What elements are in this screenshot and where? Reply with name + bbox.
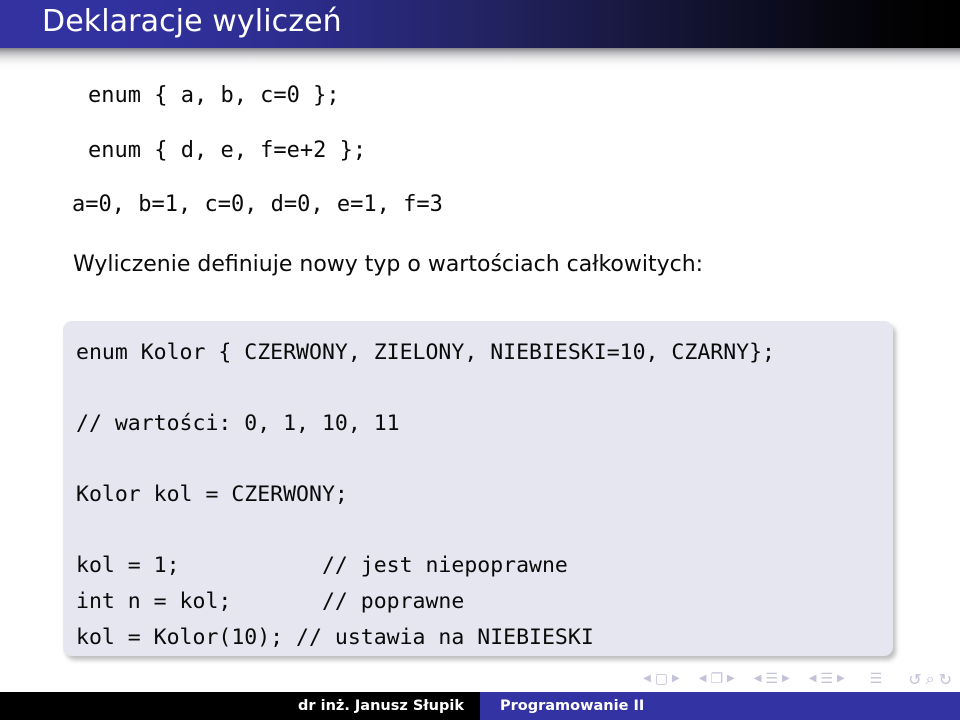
next-subsection-icon[interactable]: ▶ [724,674,738,684]
footer-author-label: dr inż. Janusz Słupik [298,698,464,714]
code-line: enum Kolor { CZERWONY, ZIELONY, NIEBIESK… [76,340,775,365]
title-bar-shadow [0,48,960,70]
code-line: Kolor kol = CZERWONY; [76,482,348,507]
subsection-navigation-group: ◀ ❐ ▶ [696,672,738,686]
document-navigation-group: ◀ ☰ ▶ [806,672,848,686]
next-frame-icon[interactable]: ▶ [669,674,683,684]
forward-icon[interactable]: ↻ [939,670,952,689]
frame-icon[interactable]: ▢ [654,672,669,686]
code-line: int n = kol; // poprawne [76,589,465,614]
next-section-icon[interactable]: ▶ [779,674,793,684]
back-icon[interactable]: ↺ [908,670,921,689]
footer-author-section: dr inż. Janusz Słupik [0,692,480,720]
footer-course-section: Programowanie II [480,692,960,720]
section-navigation-group: ◀ ☰ ▶ [751,672,793,686]
code-line: kol = 1; // jest niepoprawne [76,553,568,578]
frame-navigation-group: ◀ ▢ ▶ [640,672,683,686]
explanatory-text: Wyliczenie definiuje nowy typ o wartości… [73,252,704,277]
code-line: // wartości: 0, 1, 10, 11 [76,411,400,436]
beamer-navigation-bar: ◀ ▢ ▶ ◀ ❐ ▶ ◀ ☰ ▶ ◀ ☰ ▶ ☰ ↺ ⌕ ↻ [0,666,960,692]
previous-document-icon[interactable]: ◀ [806,674,820,684]
table-of-contents-icon[interactable]: ☰ [870,671,883,687]
code-line: kol = Kolor(10); // ustawia na NIEBIESKI [76,625,594,650]
history-navigation-group: ↺ ⌕ ↻ [908,669,952,689]
enum-values-line: a=0, b=1, c=0, d=0, e=1, f=3 [72,192,443,217]
previous-frame-icon[interactable]: ◀ [640,674,654,684]
previous-subsection-icon[interactable]: ◀ [696,674,710,684]
search-icon[interactable]: ⌕ [926,669,935,689]
slide-title-bar: Deklaracje wyliczeń [0,0,960,48]
enum-declaration-line-2: enum { d, e, f=e+2 }; [88,138,367,163]
slide-content: enum { a, b, c=0 }; enum { d, e, f=e+2 }… [0,70,960,660]
page-title: Deklaracje wyliczeń [42,4,342,39]
code-example-block: enum Kolor { CZERWONY, ZIELONY, NIEBIESK… [63,321,893,656]
document-icon[interactable]: ☰ [819,672,834,686]
section-icon[interactable]: ☰ [764,672,779,686]
enum-declaration-line-1: enum { a, b, c=0 }; [88,83,340,108]
next-document-icon[interactable]: ▶ [834,674,848,684]
subsection-icon[interactable]: ❐ [709,672,724,686]
previous-section-icon[interactable]: ◀ [751,674,765,684]
footer-course-label: Programowanie II [500,698,645,714]
slide-footer: dr inż. Janusz Słupik Programowanie II [0,692,960,720]
